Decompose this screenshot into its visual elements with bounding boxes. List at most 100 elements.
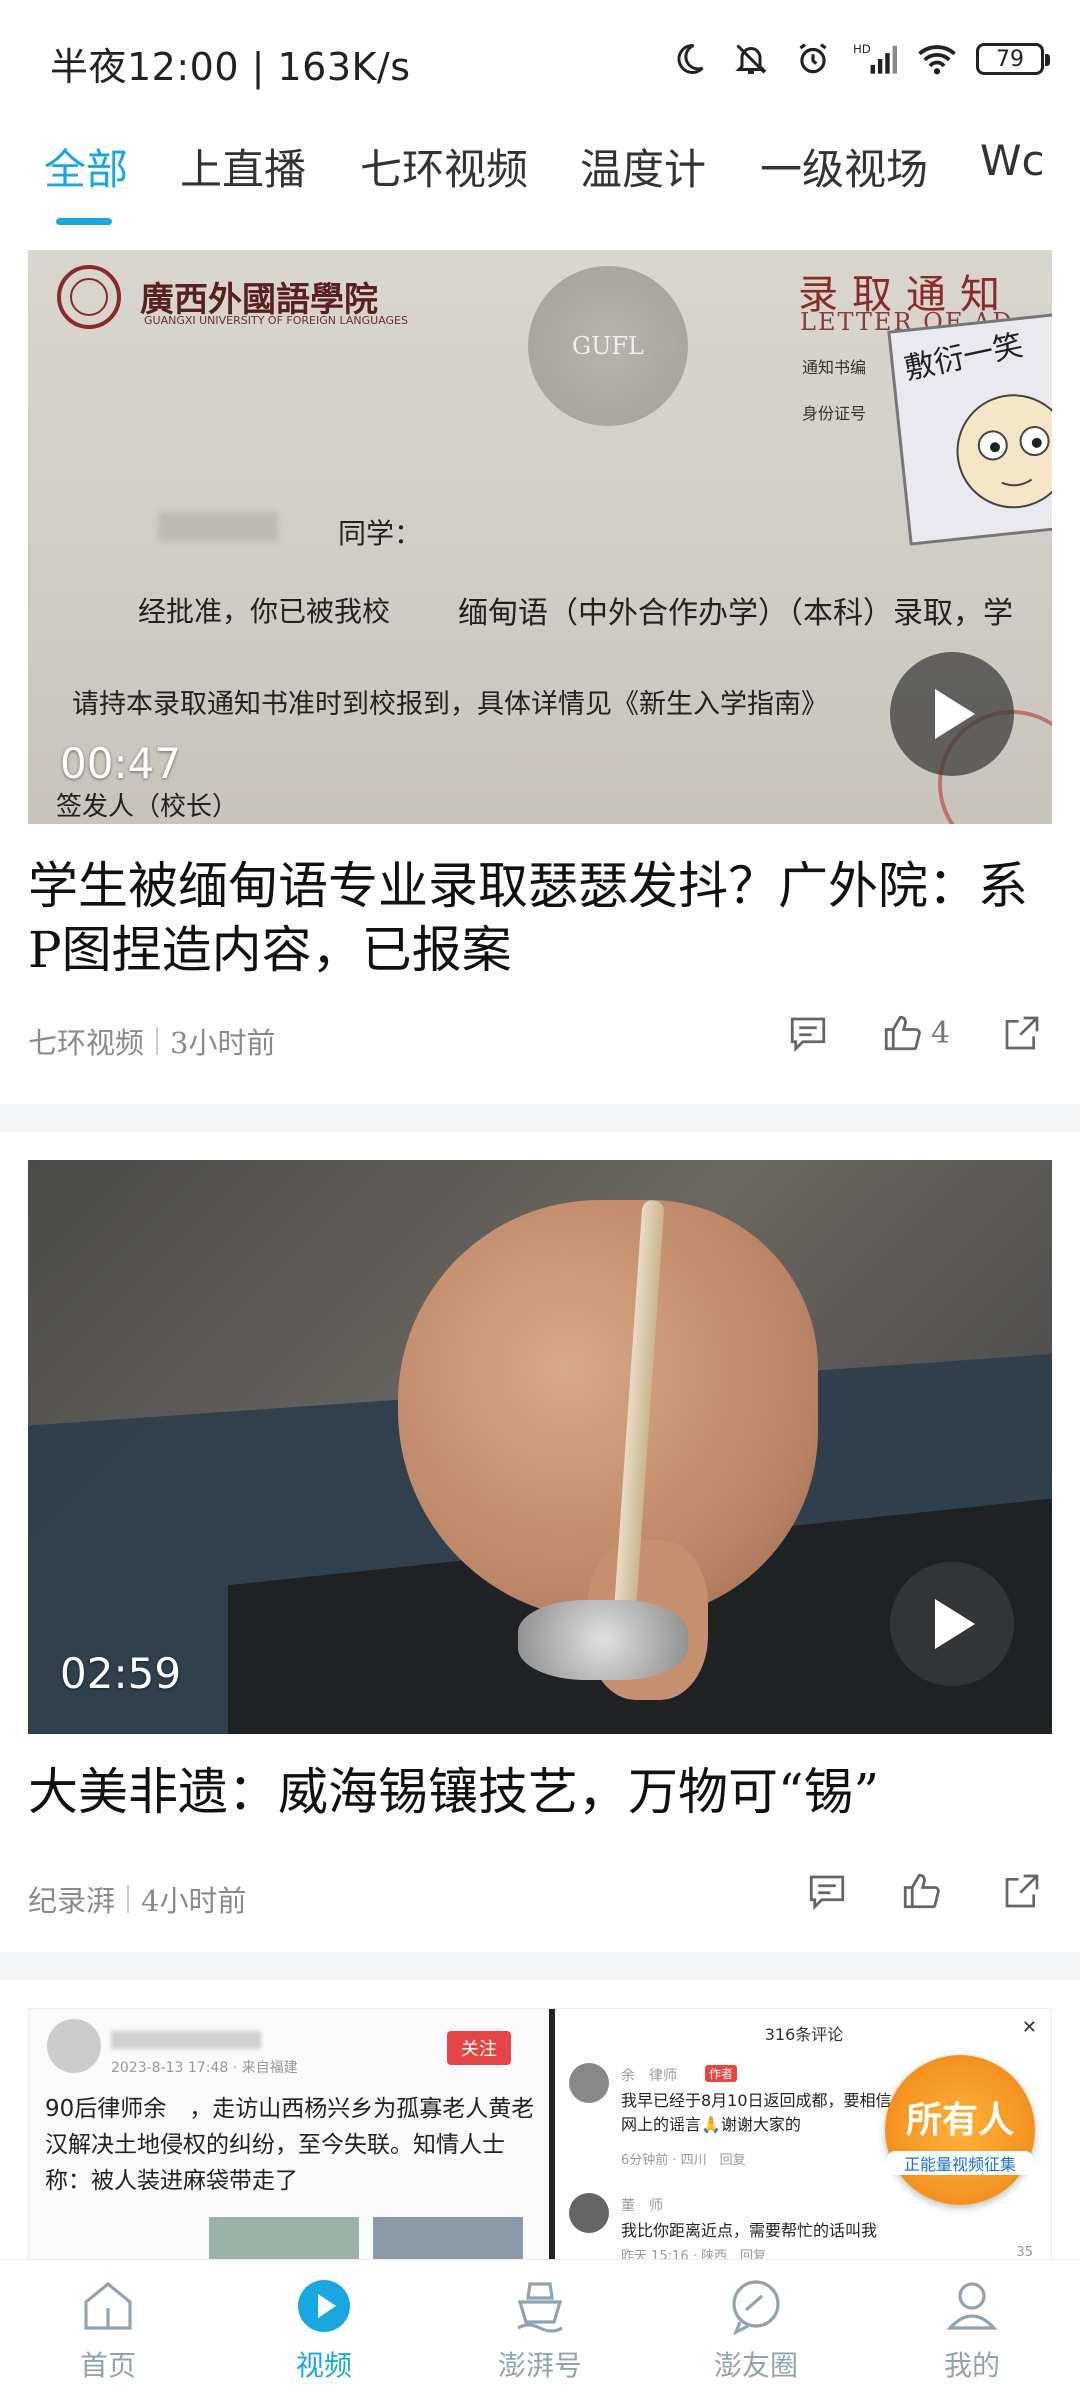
tab-live[interactable]: 上直播 [180, 136, 306, 197]
status-time-speed: 半夜12:00 | 163K/s [50, 45, 411, 89]
comment-icon [809, 1875, 845, 1911]
tab-all[interactable]: 全部 [44, 136, 128, 197]
video-duration: 00:47 [60, 739, 182, 788]
letter-salutation: 同学： [338, 517, 423, 550]
status-icons: HD 79 [666, 36, 1050, 82]
author-tag: 作者 [705, 2065, 738, 2082]
comments-panel: 316条评论 ✕ 余 律师 作者 我早已经于8月10日返回成都，要相信网上的谣言… [555, 2009, 1051, 2267]
wifi-icon [914, 36, 960, 82]
tab-indicator [56, 218, 112, 225]
letter-line-1: 经批准，你已被我校 [138, 595, 391, 628]
ship-icon [517, 2282, 563, 2333]
nav-pengpai-hao-label: 澎湃号 [497, 2349, 582, 2382]
thumbs-up-icon [884, 1015, 921, 1051]
play-icon [935, 1599, 975, 1649]
avatar [569, 2063, 609, 2103]
share-button[interactable] [1002, 1013, 1042, 1053]
video-title[interactable]: 学生被缅甸语专业录取瑟瑟发抖？广外院：系P图捏造内容，已报案 [28, 854, 1048, 982]
video-source[interactable]: 纪录湃 [28, 1878, 115, 1920]
status-bar: 半夜12:00 | 163K/s HD 79 [0, 0, 1080, 100]
hd-signal-icon: HD [852, 36, 898, 82]
comment-meta: 6分钟前 · 四川 回复 [621, 2153, 746, 2168]
comment-button[interactable] [787, 1012, 829, 1054]
school-name-en: GUANGXI UNIVERSITY OF FOREIGN LANGUAGES [144, 314, 408, 327]
id-number-label: 身份证号 [802, 404, 867, 423]
mute-bell-icon [728, 36, 774, 82]
play-button[interactable] [890, 1562, 1014, 1686]
letter-line-2: 请持本录取通知书准时到校报到，具体详情见《新生入学指南》 [72, 689, 828, 720]
video-thumbnail[interactable]: 2023-8-13 17:48 · 来自福建 关注 90后律师余 ，走访山西杨兴… [28, 2008, 1052, 2268]
share-button[interactable] [1002, 1871, 1042, 1911]
blurred-name [158, 512, 278, 542]
post-body: 90后律师余 ，走访山西杨兴乡为孤寡老人黄老汉解决土地侵权的纠纷，至今失联。知情… [45, 2096, 535, 2194]
video-thumbnail[interactable]: 02:59 [28, 1160, 1052, 1734]
close-icon: ✕ [1021, 2017, 1037, 2038]
video-actions: 4 [735, 1012, 1042, 1054]
video-time: 3小时前 [170, 1026, 276, 1060]
play-icon [935, 689, 975, 739]
like-count: 4 [930, 1015, 950, 1051]
profile-icon [946, 2282, 998, 2330]
video-source[interactable]: 七环视频 [28, 1020, 144, 1062]
nav-profile-label: 我的 [943, 2349, 1000, 2382]
nav-video[interactable]: 视频 [216, 2260, 432, 2400]
tab-wc[interactable]: Wc [980, 136, 1045, 185]
nav-home-label: 首页 [79, 2349, 136, 2382]
nav-friends-circle[interactable]: 澎友圈 [648, 2260, 864, 2400]
chat-icon [732, 2280, 780, 2336]
card-separator [0, 1952, 1080, 1980]
thumbs-up-icon [903, 1873, 940, 1909]
tab-qihuan-video[interactable]: 七环视频 [360, 136, 528, 197]
video-icon [298, 2280, 350, 2332]
alarm-icon [790, 36, 836, 82]
video-meta: 七环视频 3小时前 [28, 1020, 275, 1062]
channel-tabs: 全部 上直播 七环视频 温度计 一级视场 Wc [0, 118, 1080, 228]
sticker-text: 敷衍一笑 [901, 327, 1027, 388]
video-duration: 02:59 [60, 1649, 182, 1698]
comment-author: 董 师 [621, 2198, 663, 2214]
moon-icon [666, 36, 712, 82]
comments-count: 316条评论 [764, 2025, 844, 2044]
nav-profile[interactable]: 我的 [864, 2260, 1080, 2400]
nav-home[interactable]: 首页 [0, 2260, 216, 2400]
comment-text: 我比你距离近点，需要帮忙的话叫我 [621, 2221, 878, 2240]
svg-text:HD: HD [853, 42, 871, 56]
comment-likes: 35 [1016, 2245, 1033, 2260]
letter-number-label: 通知书编 [802, 358, 867, 377]
comment-button[interactable] [806, 1870, 848, 1912]
avatar [47, 2019, 101, 2073]
video-card[interactable]: 2023-8-13 17:48 · 来自福建 关注 90后律师余 ，走访山西杨兴… [0, 2008, 1080, 2268]
video-time: 4小时前 [141, 1884, 247, 1918]
video-thumbnail[interactable]: 廣西外國語學院 GUANGXI UNIVERSITY OF FOREIGN LA… [28, 250, 1052, 824]
like-button[interactable] [900, 1870, 950, 1912]
seal-text: GUFL [572, 332, 644, 360]
tab-first-level[interactable]: 一级视场 [760, 136, 928, 197]
letter-signer: 签发人（校长） [56, 792, 239, 822]
video-card[interactable]: 02:59 大美非遗：威海锡镶技艺，万物可“锡” 纪录湃 4小时前 [0, 1160, 1080, 1950]
video-actions [754, 1870, 1042, 1912]
tab-thermometer[interactable]: 温度计 [580, 136, 706, 197]
follow-badge: 关注 [447, 2031, 511, 2065]
cartoon-face-icon [956, 394, 1052, 509]
badge-title: 所有人 [905, 2100, 1014, 2141]
meta-divider [127, 1885, 130, 1913]
card-separator [0, 1104, 1080, 1132]
letter-line-1b: 缅甸语（中外合作办学）（本科）录取，学 [458, 596, 1013, 631]
school-seal: GUFL [528, 266, 688, 426]
comment-text: 我早已经于8月10日返回成都，要相信网上的谣言🙏谢谢大家的 [621, 2091, 892, 2134]
post-date: 2023-8-13 17:48 · 来自福建 [111, 2060, 298, 2076]
home-icon [84, 2281, 132, 2330]
campaign-badge[interactable]: 所有人 正能量视频征集 [885, 2055, 1035, 2205]
video-card[interactable]: 廣西外國語學院 GUANGXI UNIVERSITY OF FOREIGN LA… [0, 250, 1080, 1100]
bottom-nav: 首页 视频 澎湃号 澎友圈 我的 [0, 2259, 1080, 2400]
nav-pengpai-hao[interactable]: 澎湃号 [432, 2260, 648, 2400]
badge-subtitle: 正能量视频征集 [887, 2151, 1033, 2175]
share-icon [1005, 1016, 1039, 1050]
blurred-username [111, 2031, 261, 2049]
video-title[interactable]: 大美非遗：威海锡镶技艺，万物可“锡” [28, 1760, 1048, 1824]
like-button[interactable]: 4 [881, 1012, 950, 1054]
play-button[interactable] [890, 652, 1014, 776]
meme-sticker: 敷衍一笑 [887, 310, 1052, 546]
tin-inlay-piece [518, 1600, 688, 1680]
nav-friends-circle-label: 澎友圈 [713, 2349, 798, 2382]
